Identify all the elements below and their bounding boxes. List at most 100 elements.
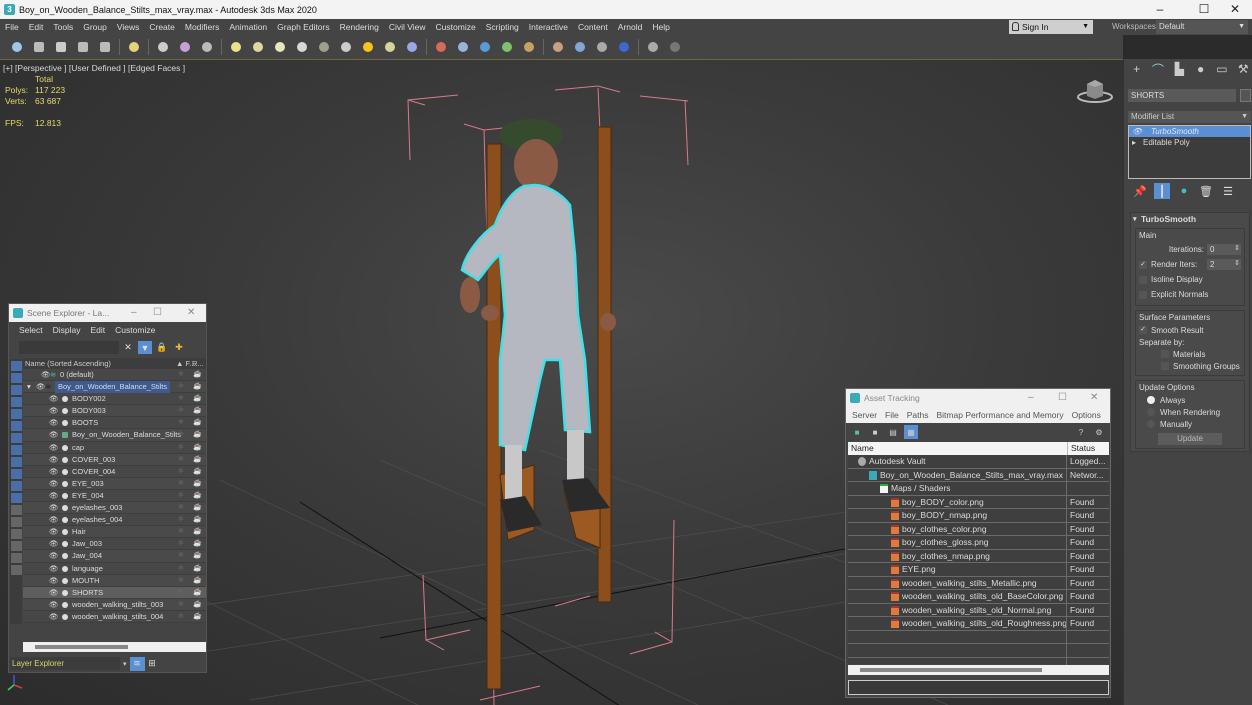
freeze-icon[interactable]: ❄ [178, 478, 184, 490]
containers-filter-icon[interactable] [10, 469, 22, 479]
eye-icon[interactable]: 👁 [49, 478, 59, 490]
object-row[interactable]: 👁 Boy_on_Wooden_Balance_Stilts ❄ ☕ [23, 429, 206, 442]
workspaces-dropdown[interactable]: Default ▼ [1156, 20, 1248, 34]
open-icon[interactable] [50, 37, 72, 57]
pin-stack-icon[interactable]: 📌 [1132, 183, 1148, 199]
xrefs-filter-icon[interactable] [10, 445, 22, 455]
path-field[interactable] [848, 680, 1109, 695]
smoothing-groups-checkbox[interactable] [1161, 362, 1169, 370]
torus-icon[interactable] [313, 37, 335, 57]
menu-file[interactable]: File [0, 22, 24, 32]
help-icon[interactable]: ? [1074, 425, 1088, 439]
column-render[interactable]: R... [192, 358, 204, 369]
layer-icon[interactable] [10, 565, 22, 575]
cat-icon[interactable] [547, 37, 569, 57]
lock-icon[interactable]: 🔒 [155, 341, 169, 354]
remove-modifier-icon[interactable]: 🗑 [1198, 183, 1214, 199]
freeze-icon[interactable]: ❄ [178, 599, 184, 611]
scene-explorer-icon[interactable] [123, 37, 145, 57]
ik-icon[interactable] [452, 37, 474, 57]
eye-icon[interactable]: 👁 [49, 490, 59, 502]
rollout-title[interactable]: TurboSmooth [1131, 213, 1249, 226]
object-name-field[interactable]: SHORTS [1128, 89, 1236, 102]
asset-row[interactable]: boy_clothes_nmap.png Found [848, 549, 1109, 563]
asset-row[interactable]: Maps / Shaders [848, 482, 1109, 496]
help-icon[interactable] [664, 37, 686, 57]
object-row[interactable]: 👁 wooden_walking_stilts_003 ❄ ☕ [23, 598, 206, 611]
list-view-icon[interactable]: ▤ [886, 425, 900, 439]
freeze-icon[interactable]: ❄ [178, 514, 184, 526]
asset-row[interactable]: wooden_walking_stilts_old_Roughness.png F… [848, 617, 1109, 631]
make-unique-icon[interactable]: ● [1176, 183, 1192, 199]
when-rendering-radio[interactable] [1147, 408, 1155, 416]
object-row[interactable]: 👁 Jaw_003 ❄ ☕ [23, 538, 206, 551]
object-row[interactable]: 👁 wooden_walking_stilts_004 ❄ ☕ [23, 610, 206, 623]
maximize-icon[interactable]: ☐ [1187, 0, 1221, 19]
expand-arrow-icon[interactable]: ▸ [1132, 137, 1136, 148]
close-icon[interactable]: ✕ [1090, 389, 1098, 407]
asset-row[interactable]: boy_clothes_color.png Found [848, 522, 1109, 536]
unlink-icon[interactable] [196, 37, 218, 57]
freeze-icon[interactable]: ❄ [178, 611, 184, 623]
spacewarp-icon[interactable] [496, 37, 518, 57]
render-iters-spinner[interactable]: 2 [1207, 258, 1241, 270]
asset-row[interactable]: boy_BODY_color.png Found [848, 495, 1109, 509]
eye-icon[interactable]: 👁 [49, 611, 59, 623]
eye-icon[interactable]: 👁 [49, 466, 59, 478]
render-teapot-icon[interactable]: ☕ [193, 381, 202, 393]
menu-modifiers[interactable]: Modifiers [180, 22, 224, 32]
smooth-result-checkbox[interactable]: ✓ [1139, 326, 1147, 334]
freeze-icon[interactable]: ❄ [178, 538, 184, 550]
freeze-icon[interactable]: ❄ [178, 381, 184, 393]
chevron-down-icon[interactable]: ▾ [120, 660, 130, 668]
menu-paths[interactable]: Paths [903, 410, 933, 420]
freeze-icon[interactable]: ❄ [178, 526, 184, 538]
manually-radio[interactable] [1147, 420, 1155, 428]
asset-row[interactable]: wooden_walking_stilts_old_Normal.png Foun… [848, 603, 1109, 617]
asset-row[interactable]: wooden_walking_stilts_Metallic.png Found [848, 576, 1109, 590]
clear-search-icon[interactable]: ✕ [121, 341, 135, 354]
asset-row[interactable]: Boy_on_Wooden_Balance_Stilts_max_vray.ma… [848, 468, 1109, 482]
object-row[interactable]: 👁 SHORTS ❄ ☕ [23, 586, 206, 599]
viewcube-icon[interactable] [1075, 76, 1115, 106]
settings-icon[interactable]: ⚙ [1092, 425, 1106, 439]
helpers-filter-icon[interactable] [10, 409, 22, 419]
menu-scripting[interactable]: Scripting [481, 22, 524, 32]
object-row[interactable]: 👁 eyelashes_004 ❄ ☕ [23, 514, 206, 527]
object-row[interactable]: 👁 EYE_004 ❄ ☕ [23, 489, 206, 503]
eye-icon[interactable]: 👁 [49, 526, 59, 538]
table-view-icon[interactable]: ▦ [904, 425, 918, 439]
eye-icon[interactable]: 👁 [49, 442, 59, 454]
freeze-icon[interactable]: ❄ [178, 575, 184, 587]
horizontal-scrollbar[interactable] [23, 642, 206, 652]
render-teapot-icon[interactable]: ☕ [193, 466, 202, 478]
light-icon[interactable] [152, 37, 174, 57]
helper-icon[interactable] [474, 37, 496, 57]
render-frame-icon[interactable] [591, 37, 613, 57]
select-all-icon[interactable] [10, 529, 22, 539]
freeze-icon[interactable]: ❄ [178, 550, 184, 562]
render-icon[interactable] [613, 37, 635, 57]
object-row[interactable]: 👁 BODY003 ❄ ☕ [23, 405, 206, 418]
eye-icon[interactable]: 👁 [49, 575, 59, 587]
display-none-icon[interactable] [10, 505, 22, 515]
eye-icon[interactable]: 👁 [49, 563, 59, 575]
menu-server[interactable]: Server [848, 410, 881, 420]
render-teapot-icon[interactable]: ☕ [193, 393, 202, 405]
geometry-filter-icon[interactable] [10, 361, 22, 371]
eye-icon[interactable]: 👁 [49, 538, 59, 550]
asset-row[interactable]: boy_BODY_nmap.png Found [848, 509, 1109, 523]
always-radio[interactable] [1147, 396, 1155, 404]
sphere-icon[interactable] [269, 37, 291, 57]
biped-icon[interactable] [518, 37, 540, 57]
add-layer-icon[interactable]: ✚ [172, 341, 186, 354]
object-row[interactable]: 👁 BODY002 ❄ ☕ [23, 393, 206, 406]
render-teapot-icon[interactable]: ☕ [193, 611, 202, 623]
column-name[interactable]: Name [851, 442, 874, 455]
filter-funnel-icon[interactable] [10, 553, 22, 563]
refresh-icon[interactable]: ■ [850, 425, 864, 439]
motion-icon[interactable]: ● [1192, 61, 1209, 77]
minimize-icon[interactable]: – [1028, 389, 1034, 407]
eye-icon[interactable]: 👁 [49, 454, 59, 466]
utilities-icon[interactable]: ⚒ [1235, 61, 1252, 77]
